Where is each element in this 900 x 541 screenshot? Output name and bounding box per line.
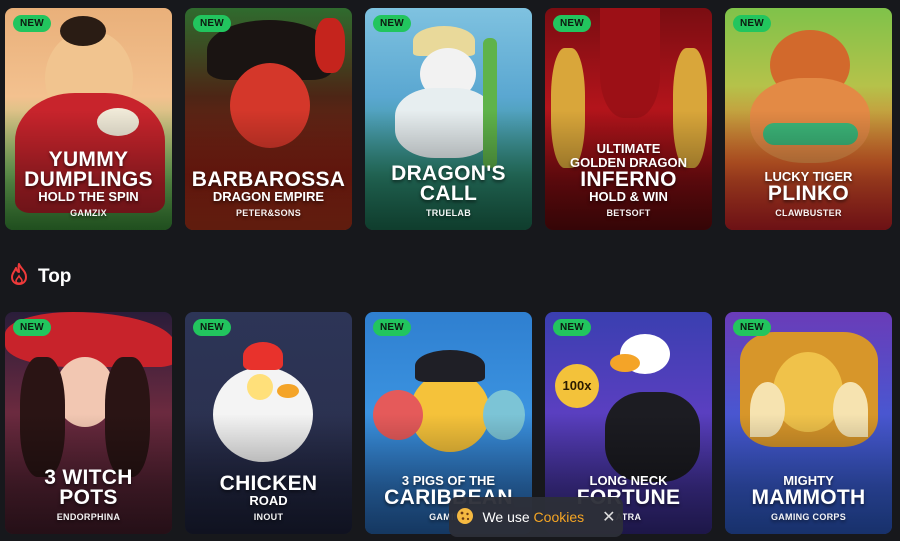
provider-label: CLAWBUSTER — [775, 208, 842, 218]
game-title: YUMMY DUMPLINGS HOLD THE SPIN GAMZIX — [5, 149, 172, 218]
new-badge: NEW — [13, 15, 51, 32]
new-badge: NEW — [553, 319, 591, 336]
game-card-dragons-call[interactable]: NEW DRAGON'S CALL TRUELAB — [365, 8, 532, 230]
new-badge: NEW — [733, 319, 771, 336]
game-card-chicken-road[interactable]: NEW CHICKEN ROAD INOUT — [185, 312, 352, 534]
game-title: 3 WITCH POTS ENDORPHINA — [5, 467, 172, 522]
provider-label: GAMING CORPS — [770, 512, 847, 522]
game-title: ULTIMATE GOLDEN DRAGON INFERNO HOLD & WI… — [545, 142, 712, 219]
new-badge: NEW — [373, 15, 411, 32]
game-card-mighty-mammoth[interactable]: NEW MIGHTY MAMMOTH GAMING CORPS — [725, 312, 892, 534]
game-card-barbarossa[interactable]: NEW BARBAROSSA DRAGON EMPIRE PETER&SONS — [185, 8, 352, 230]
flame-icon — [10, 263, 28, 290]
provider-label: BETSOFT — [606, 208, 651, 218]
new-badge: NEW — [193, 319, 231, 336]
new-badge: NEW — [373, 319, 411, 336]
section-title: Top — [38, 265, 72, 287]
game-title: BARBAROSSA DRAGON EMPIRE PETER&SONS — [185, 169, 352, 218]
game-title: CHICKEN ROAD INOUT — [185, 473, 352, 522]
provider-label: GAMZIX — [70, 208, 107, 218]
new-games-row: NEW YUMMY DUMPLINGS HOLD THE SPIN GAMZIX… — [5, 8, 892, 230]
cookie-banner: We use Cookies ✕ — [449, 497, 623, 537]
close-icon[interactable]: ✕ — [602, 507, 615, 527]
provider-label: TRUELAB — [425, 208, 472, 218]
new-badge: NEW — [553, 15, 591, 32]
cookie-text: We use Cookies — [482, 509, 585, 525]
cookie-link[interactable]: Cookies — [534, 509, 585, 525]
new-badge: NEW — [733, 15, 771, 32]
new-badge: NEW — [13, 319, 51, 336]
new-badge: NEW — [193, 15, 231, 32]
provider-label: ENDORPHINA — [56, 512, 121, 522]
game-card-3-witch-pots[interactable]: NEW 3 WITCH POTS ENDORPHINA — [5, 312, 172, 534]
cookie-icon — [456, 507, 474, 528]
game-title: DRAGON'S CALL TRUELAB — [365, 163, 532, 218]
section-header-top: Top — [10, 263, 71, 290]
game-title: MIGHTY MAMMOTH GAMING CORPS — [725, 474, 892, 523]
coin-label: 100x — [562, 378, 592, 393]
top-games-row: NEW 3 WITCH POTS ENDORPHINA NEW CHICKEN … — [5, 312, 892, 534]
provider-label: PETER&SONS — [235, 208, 301, 218]
game-card-ultimate-golden-dragon-inferno[interactable]: NEW ULTIMATE GOLDEN DRAGON INFERNO HOLD … — [545, 8, 712, 230]
provider-label: INOUT — [253, 512, 284, 522]
game-title: LUCKY TIGER PLINKO CLAWBUSTER — [725, 170, 892, 219]
game-card-lucky-tiger-plinko[interactable]: NEW LUCKY TIGER PLINKO CLAWBUSTER — [725, 8, 892, 230]
game-card-yummy-dumplings[interactable]: NEW YUMMY DUMPLINGS HOLD THE SPIN GAMZIX — [5, 8, 172, 230]
